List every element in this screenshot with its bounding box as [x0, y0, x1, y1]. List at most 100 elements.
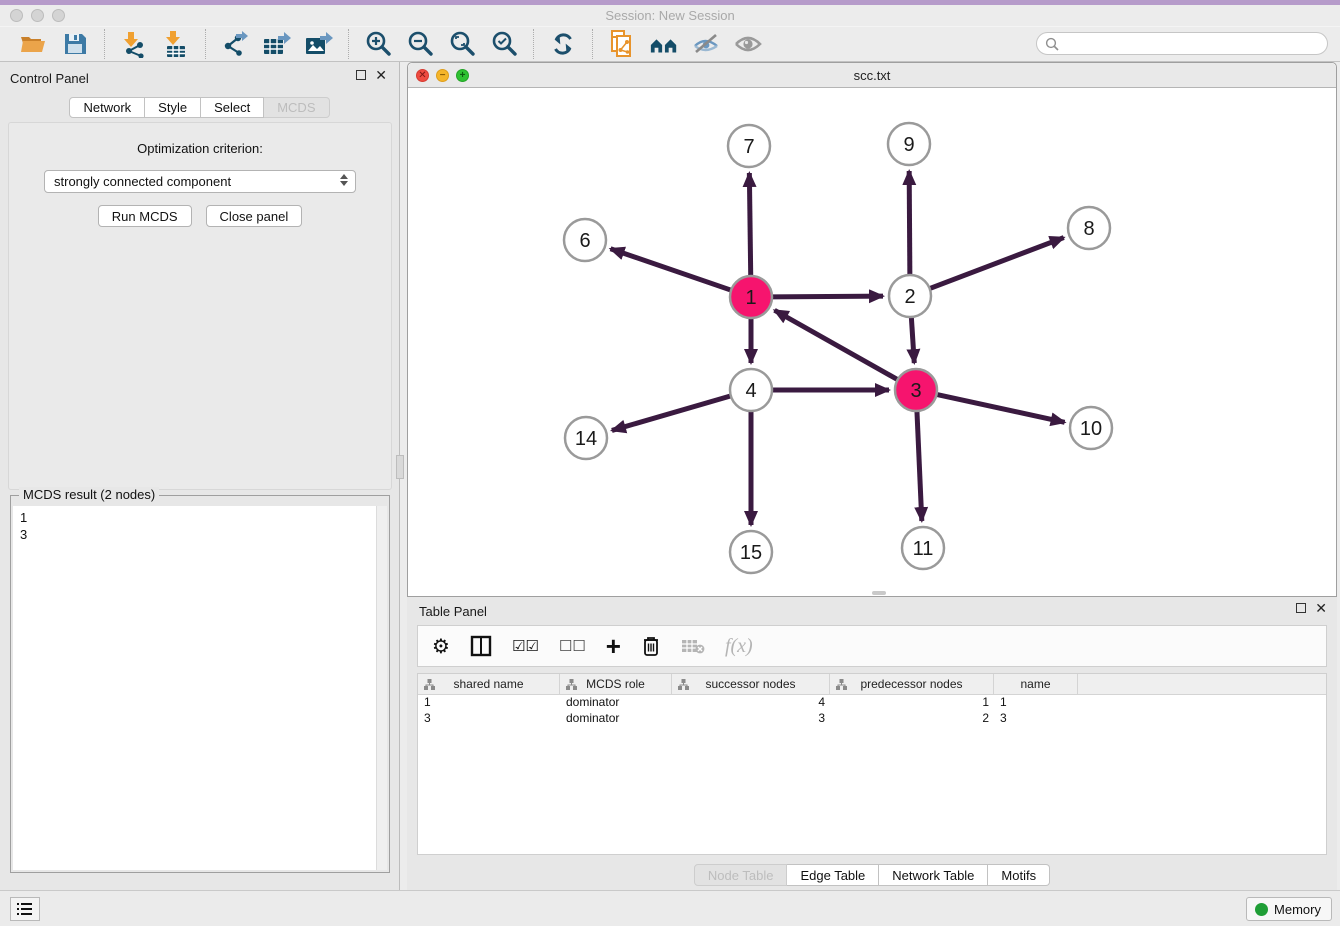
mcds-result-line: 3: [20, 526, 369, 543]
tab-style[interactable]: Style: [145, 97, 201, 118]
table-row[interactable]: 3 dominator 3 2 3: [418, 711, 1326, 727]
graph-edge-3-11[interactable]: [917, 411, 922, 521]
graph-edge-2-8[interactable]: [930, 238, 1064, 289]
zoom-selected-icon[interactable]: [489, 29, 519, 59]
show-all-icon[interactable]: [733, 29, 763, 59]
float-table-panel-icon[interactable]: [1296, 603, 1306, 613]
close-panel-button[interactable]: Close panel: [206, 205, 303, 227]
control-panel-title: Control Panel: [10, 71, 89, 86]
export-network-icon[interactable]: [220, 29, 250, 59]
cell-name[interactable]: 3: [994, 711, 1078, 727]
column-header-shared-name[interactable]: shared name: [418, 674, 560, 694]
graph-node-label: 7: [743, 136, 754, 158]
mcds-result-list[interactable]: 1 3: [13, 506, 376, 870]
table-header-row: shared name MCDS role successor nodes pr…: [418, 674, 1326, 695]
graph-edge-3-10[interactable]: [937, 394, 1065, 422]
main-titlebar: Session: New Session: [0, 5, 1340, 26]
cell-mcds-role[interactable]: dominator: [560, 711, 672, 727]
float-panel-icon[interactable]: [356, 70, 366, 80]
column-header-predecessor-nodes[interactable]: predecessor nodes: [830, 674, 994, 694]
network-graph[interactable]: 7968124314101511: [408, 88, 1336, 596]
tab-mcds[interactable]: MCDS: [264, 97, 329, 118]
column-header-successor-nodes[interactable]: successor nodes: [672, 674, 830, 694]
control-panel-tabs: Network Style Select MCDS: [0, 97, 399, 118]
export-table-icon[interactable]: [262, 29, 292, 59]
select-all-icon[interactable]: ☑☑: [512, 633, 539, 659]
import-network-icon[interactable]: [119, 29, 149, 59]
import-table-icon[interactable]: [161, 29, 191, 59]
first-neighbors-icon[interactable]: [649, 29, 679, 59]
node-table: shared name MCDS role successor nodes pr…: [417, 673, 1327, 855]
graph-node-label: 9: [903, 134, 914, 156]
hierarchy-icon: [836, 679, 847, 690]
main-toolbar: [0, 26, 1340, 62]
network-window-titlebar[interactable]: ✕ − + scc.txt: [408, 63, 1336, 88]
close-panel-icon[interactable]: ✕: [375, 70, 387, 80]
column-header-mcds-role[interactable]: MCDS role: [560, 674, 672, 694]
table-row[interactable]: 1 dominator 4 1 1: [418, 695, 1326, 711]
toolbar-separator: [592, 29, 593, 59]
toolbar-separator: [533, 29, 534, 59]
export-image-icon[interactable]: [304, 29, 334, 59]
task-history-button[interactable]: [10, 897, 40, 921]
cell-shared-name[interactable]: 1: [418, 695, 560, 711]
hierarchy-icon: [566, 679, 577, 690]
tab-edge-table[interactable]: Edge Table: [787, 864, 879, 886]
show-columns-icon[interactable]: [470, 633, 492, 659]
hide-selected-icon[interactable]: [691, 29, 721, 59]
zoom-in-icon[interactable]: [363, 29, 393, 59]
tab-motifs[interactable]: Motifs: [988, 864, 1050, 886]
delete-table-icon: [681, 633, 705, 659]
graph-node-label: 11: [913, 538, 934, 560]
status-bar: Memory: [0, 890, 1340, 926]
refresh-icon[interactable]: [548, 29, 578, 59]
cell-name[interactable]: 1: [994, 695, 1078, 711]
cell-predecessor-nodes[interactable]: 1: [830, 695, 994, 711]
cell-shared-name[interactable]: 3: [418, 711, 560, 727]
tab-network[interactable]: Network: [69, 97, 145, 118]
mcds-result-group: MCDS result (2 nodes) 1 3: [10, 495, 390, 873]
result-scrollbar[interactable]: [376, 506, 387, 870]
memory-label: Memory: [1274, 902, 1321, 917]
graph-edge-2-3[interactable]: [911, 317, 914, 363]
tab-network-table[interactable]: Network Table: [879, 864, 988, 886]
run-mcds-button[interactable]: Run MCDS: [98, 205, 192, 227]
search-input[interactable]: [1064, 36, 1327, 51]
add-column-plus-icon[interactable]: +: [606, 633, 621, 659]
cell-successor-nodes[interactable]: 4: [672, 695, 830, 711]
mcds-result-title: MCDS result (2 nodes): [19, 487, 159, 502]
graph-edge-3-1[interactable]: [775, 310, 898, 379]
graph-edge-2-9[interactable]: [909, 171, 910, 275]
graph-edge-1-6[interactable]: [611, 249, 732, 290]
toolbar-separator: [205, 29, 206, 59]
canvas-scrollbar-hint[interactable]: [872, 591, 886, 595]
function-builder-icon: f(x): [725, 633, 753, 659]
graph-edge-4-14[interactable]: [612, 396, 731, 431]
save-session-icon[interactable]: [60, 29, 90, 59]
memory-button[interactable]: Memory: [1246, 897, 1332, 921]
table-toolbar: ⚙ ☑☑ ☐☐ + f(x): [417, 625, 1327, 667]
graph-edge-1-2[interactable]: [772, 296, 883, 297]
search-field[interactable]: [1036, 32, 1328, 55]
criterion-selected-value: strongly connected component: [54, 174, 231, 189]
split-pane-handle[interactable]: [396, 455, 404, 479]
column-header-name[interactable]: name: [994, 674, 1078, 694]
deselect-all-icon[interactable]: ☐☐: [559, 633, 586, 659]
open-session-icon[interactable]: [18, 29, 48, 59]
zoom-fit-icon[interactable]: [447, 29, 477, 59]
delete-column-trash-icon[interactable]: [641, 633, 661, 659]
cell-successor-nodes[interactable]: 3: [672, 711, 830, 727]
criterion-select[interactable]: strongly connected component: [44, 170, 356, 193]
cell-mcds-role[interactable]: dominator: [560, 695, 672, 711]
select-stepper-icon: [340, 174, 348, 186]
network-canvas[interactable]: 7968124314101511: [408, 88, 1336, 596]
network-view-title: scc.txt: [408, 68, 1336, 83]
network-file-icon[interactable]: [607, 29, 637, 59]
tab-select[interactable]: Select: [201, 97, 264, 118]
cell-predecessor-nodes[interactable]: 2: [830, 711, 994, 727]
zoom-out-icon[interactable]: [405, 29, 435, 59]
graph-edge-1-7[interactable]: [749, 173, 750, 276]
close-table-panel-icon[interactable]: ✕: [1315, 603, 1327, 613]
table-settings-gear-icon[interactable]: ⚙: [432, 633, 450, 659]
tab-node-table[interactable]: Node Table: [694, 864, 788, 886]
